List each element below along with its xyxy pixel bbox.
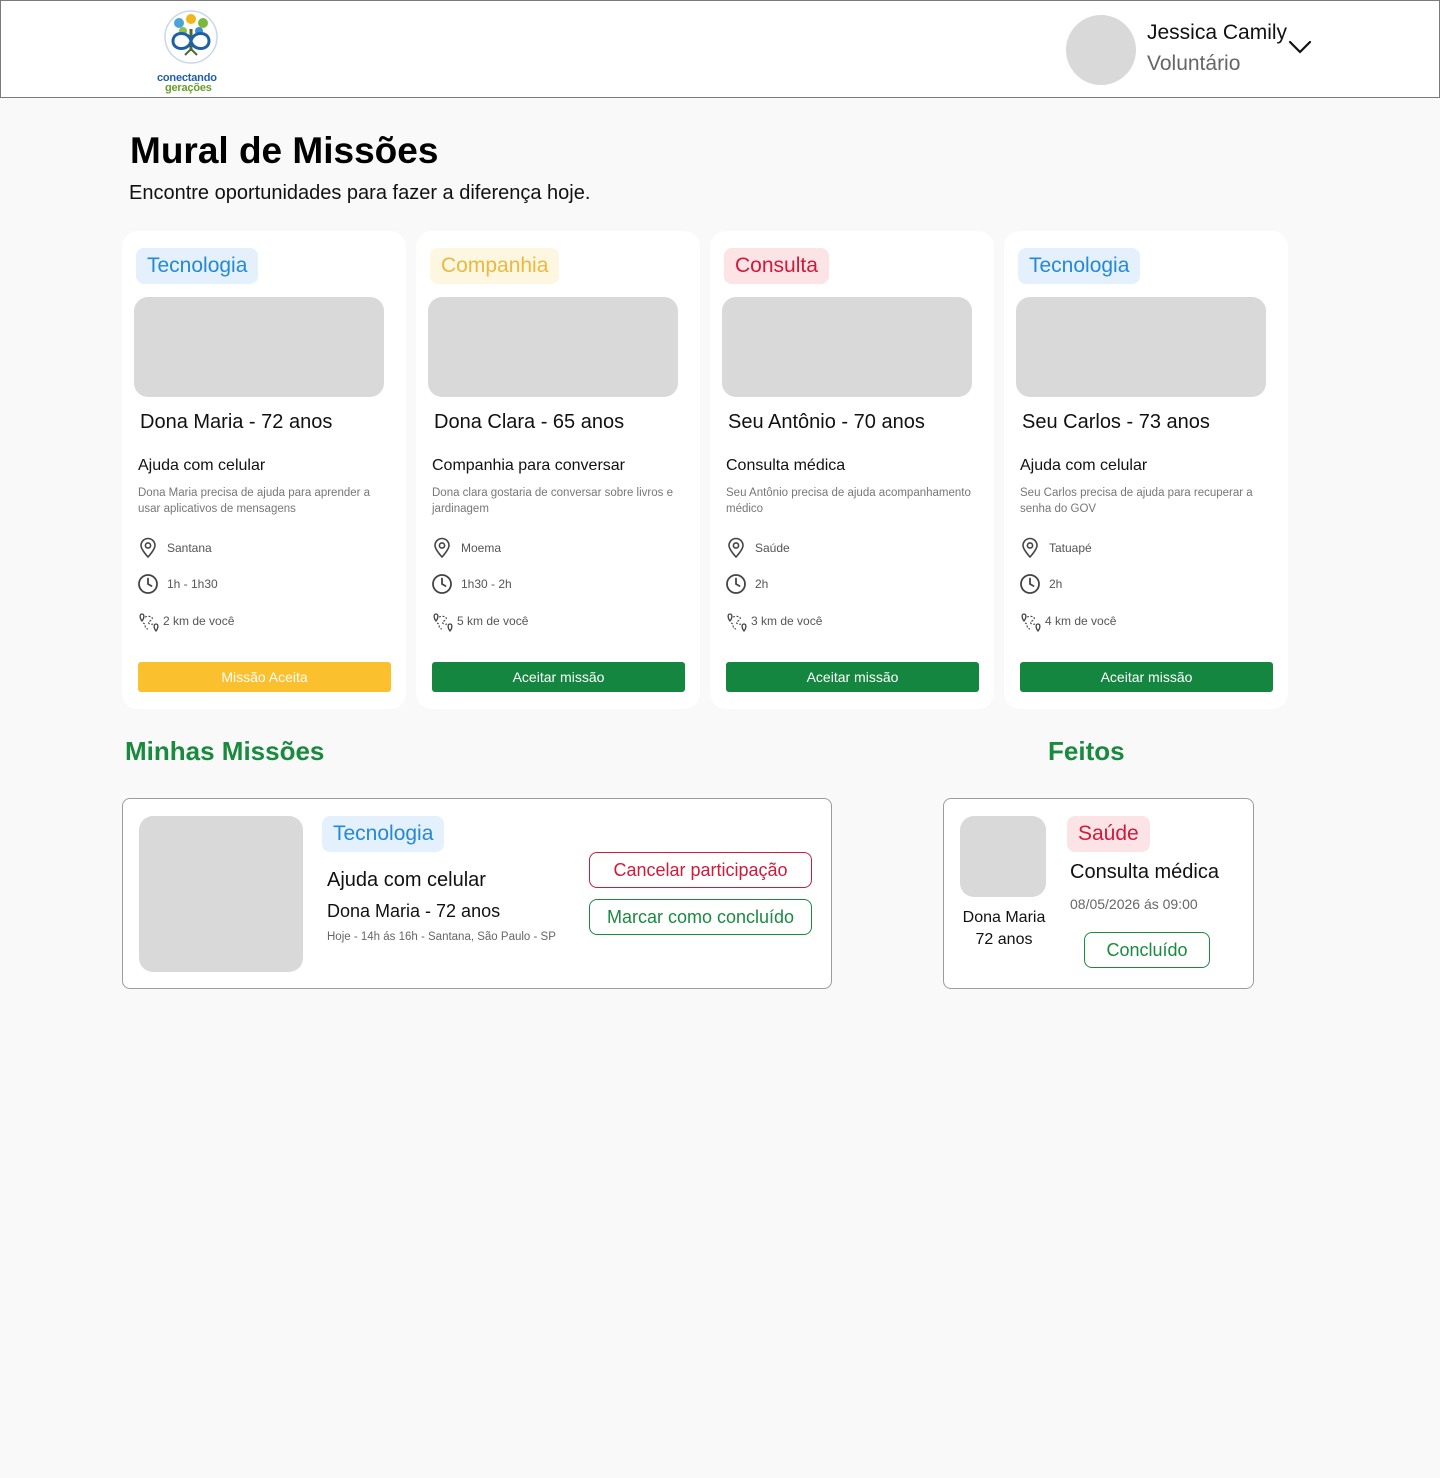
mission-title: Companhia para conversar xyxy=(432,457,625,474)
distance-row: 3 km de você xyxy=(725,609,822,633)
app-logo[interactable]: conectando gerações xyxy=(153,9,229,94)
mission-card[interactable]: Tecnologia Dona Maria - 72 anos Ajuda co… xyxy=(122,231,406,709)
user-avatar[interactable] xyxy=(1066,15,1136,85)
duration-row: 1h30 - 2h xyxy=(431,573,512,595)
location-pin-icon xyxy=(1022,537,1038,559)
chevron-down-icon[interactable] xyxy=(1288,39,1312,55)
page-subtitle: Encontre oportunidades para fazer a dife… xyxy=(129,182,591,204)
duration-row: 2h xyxy=(725,573,768,595)
category-tag: Consulta xyxy=(724,248,829,284)
location-text: Saúde xyxy=(755,541,790,555)
accept-mission-button[interactable]: Aceitar missão xyxy=(726,662,979,692)
accept-mission-button[interactable]: Aceitar missão xyxy=(1020,662,1273,692)
duration-row: 1h - 1h30 xyxy=(137,573,218,595)
clock-icon xyxy=(138,574,158,594)
location-row: Moema xyxy=(431,537,501,559)
mission-image xyxy=(139,816,303,972)
accept-mission-button[interactable]: Aceitar missão xyxy=(432,662,685,692)
distance-row: 2 km de você xyxy=(137,609,234,633)
category-tag: Tecnologia xyxy=(1018,248,1141,284)
elder-name: Seu Antônio - 70 anos xyxy=(728,411,925,433)
category-tag: Companhia xyxy=(430,248,560,284)
clock-icon xyxy=(432,574,452,594)
route-icon xyxy=(139,613,159,633)
mission-card[interactable]: Consulta Seu Antônio - 70 anos Consulta … xyxy=(710,231,994,709)
location-pin-icon xyxy=(434,537,450,559)
mission-image xyxy=(1016,297,1266,397)
mission-description: Dona Maria precisa de ajuda para aprende… xyxy=(138,487,371,515)
location-pin-icon xyxy=(140,537,156,559)
mission-title: Consulta médica xyxy=(726,457,846,474)
top-header: conectando gerações Jessica Camily Volun… xyxy=(0,0,1440,98)
mission-description: Dona clara gostaria de conversar sobre l… xyxy=(432,487,673,515)
mission-description: Seu Antônio precisa de ajuda acompanhame… xyxy=(726,487,971,515)
mission-title: Ajuda com celular xyxy=(138,457,266,474)
category-tag: Saúde xyxy=(1067,816,1150,852)
user-name: Jessica Camily xyxy=(1147,21,1288,44)
location-pin-icon xyxy=(728,537,744,559)
route-icon xyxy=(433,613,453,633)
mark-complete-button[interactable]: Marcar como concluído xyxy=(589,899,812,935)
route-icon xyxy=(727,613,747,633)
elder-name: Dona Clara - 65 anos xyxy=(434,411,625,433)
clock-icon xyxy=(1020,574,1040,594)
elder-name: Dona Maria - 72 anos xyxy=(327,901,501,921)
elder-age: 72 anos xyxy=(975,931,1033,948)
cancel-participation-button[interactable]: Cancelar participação xyxy=(589,852,812,888)
mission-title: Ajuda com celular xyxy=(1020,457,1148,474)
clock-icon xyxy=(726,574,746,594)
distance-text: 4 km de você xyxy=(1045,614,1117,628)
page-title: Mural de Missões xyxy=(130,130,439,171)
duration-row: 2h xyxy=(1019,573,1062,595)
mission-schedule: Hoje - 14h ás 16h - Santana, São Paulo -… xyxy=(327,931,556,943)
location-text: Santana xyxy=(167,541,212,555)
mission-title: Consulta médica xyxy=(1070,861,1219,883)
tree-logo-icon xyxy=(164,10,218,64)
elder-name: Dona Maria 72 anos xyxy=(952,907,1056,951)
mission-date: 08/05/2026 ás 09:00 xyxy=(1070,896,1198,912)
distance-row: 4 km de você xyxy=(1019,609,1116,633)
duration-text: 1h - 1h30 xyxy=(167,577,218,591)
elder-first-name: Dona Maria xyxy=(962,909,1046,926)
mission-accepted-button[interactable]: Missão Aceita xyxy=(138,662,391,692)
location-text: Moema xyxy=(461,541,502,555)
duration-text: 2h xyxy=(755,577,769,591)
location-row: Saúde xyxy=(725,537,790,559)
location-row: Santana xyxy=(137,537,212,559)
distance-text: 3 km de você xyxy=(751,614,823,628)
my-missions-title: Minhas Missões xyxy=(125,736,325,766)
category-tag: Tecnologia xyxy=(322,816,445,852)
mission-title: Ajuda com celular xyxy=(327,869,486,891)
logo-text-line2: gerações xyxy=(165,82,212,94)
location-row: Tatuapé xyxy=(1019,537,1092,559)
route-icon xyxy=(1021,613,1041,633)
distance-text: 5 km de você xyxy=(457,614,529,628)
mission-image xyxy=(134,297,384,397)
achievements-title: Feitos xyxy=(1048,736,1125,766)
mission-image xyxy=(428,297,678,397)
elder-photo xyxy=(960,816,1046,897)
mission-description: Seu Carlos precisa de ajuda para recuper… xyxy=(1020,487,1253,515)
mission-card[interactable]: Tecnologia Seu Carlos - 73 anos Ajuda co… xyxy=(1004,231,1288,709)
achievement-card: Dona Maria 72 anos Saúde Consulta médica… xyxy=(943,798,1254,989)
elder-name: Dona Maria - 72 anos xyxy=(140,411,333,433)
distance-text: 2 km de você xyxy=(163,614,235,628)
location-text: Tatuapé xyxy=(1049,541,1092,555)
mission-card[interactable]: Companhia Dona Clara - 65 anos Companhia… xyxy=(416,231,700,709)
duration-text: 1h30 - 2h xyxy=(461,577,512,591)
my-mission-card: Tecnologia Ajuda com celular Dona Maria … xyxy=(122,798,832,989)
elder-name: Seu Carlos - 73 anos xyxy=(1022,411,1210,433)
mission-image xyxy=(722,297,972,397)
completed-status-button[interactable]: Concluído xyxy=(1084,932,1210,968)
duration-text: 2h xyxy=(1049,577,1063,591)
category-tag: Tecnologia xyxy=(136,248,259,284)
distance-row: 5 km de você xyxy=(431,609,528,633)
user-role: Voluntário xyxy=(1147,52,1241,75)
